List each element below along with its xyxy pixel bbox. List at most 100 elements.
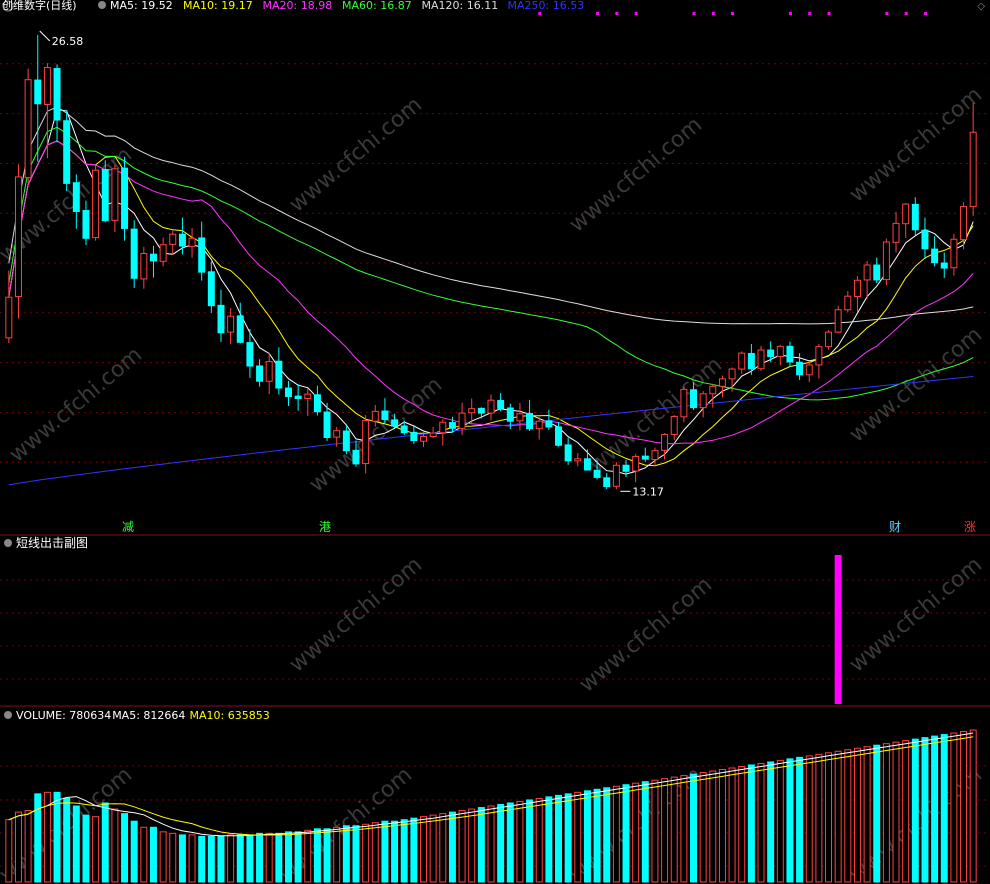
watermark-text: www.cfchi.com (285, 92, 427, 217)
candle-body (381, 410, 389, 421)
candle-body (477, 407, 485, 414)
candle-body (834, 309, 842, 333)
volume-bar (323, 828, 331, 883)
volume-bar (149, 826, 157, 883)
event-marker: 减 (122, 520, 134, 534)
candle-body (188, 237, 196, 247)
candle-body (371, 410, 379, 422)
high-pointer (39, 30, 51, 42)
candle-body (555, 426, 562, 446)
volume-bar (53, 791, 61, 883)
candle-body (921, 229, 929, 250)
volume-bar (121, 813, 129, 883)
volume-bar (564, 793, 572, 883)
candle-body (535, 420, 543, 430)
volume-bar (352, 825, 360, 883)
volume-bar (535, 797, 543, 883)
sub-panel-title: 短线出击副图 (16, 536, 88, 550)
volume-bar (391, 820, 399, 883)
candle-body (718, 378, 726, 387)
volume-bar (603, 787, 611, 883)
volume-bar (834, 750, 842, 883)
candle-body (844, 295, 852, 311)
volume-bar (969, 729, 977, 883)
volume-bar (410, 817, 418, 883)
volume-bar (738, 765, 746, 883)
candle-body (43, 67, 51, 105)
volume-bar (72, 805, 80, 883)
volume-bar (825, 752, 833, 883)
signal-bar (834, 555, 842, 704)
candle-body (902, 203, 910, 225)
candle-body (776, 345, 784, 358)
volume-bar (506, 802, 514, 883)
volume-bar (14, 811, 22, 883)
candle-body (757, 349, 765, 370)
candle-body (728, 368, 736, 380)
options-icon (98, 1, 106, 9)
stock-chart[interactable]: www.cfchi.com www.cfchi.com www.cfchi.com w… (0, 0, 990, 884)
candle-body (149, 253, 157, 262)
volume-bar (844, 749, 852, 883)
candle-body (863, 264, 871, 281)
signal-dot (904, 12, 908, 15)
candle-body (207, 271, 215, 307)
candle-body (747, 352, 755, 370)
candle-body (275, 360, 283, 389)
candle-body (468, 408, 476, 414)
volume-bar (805, 755, 813, 883)
candle-body (5, 296, 13, 339)
volume-bar (82, 814, 90, 883)
watermark-text: www.cfchi.com (5, 342, 147, 467)
candle-body (101, 168, 109, 222)
candle-body (323, 411, 331, 438)
volume-bar (275, 832, 283, 883)
volume-bar (776, 759, 784, 883)
main-legend-item: MA120: 16.11 (422, 0, 499, 12)
candle-body (24, 79, 32, 179)
main-legend-item: MA20: 18.98 (263, 0, 333, 12)
watermark-text: www.cfchi.com (845, 322, 987, 447)
candle-body (882, 241, 890, 281)
low-label: 13.17 (632, 485, 664, 498)
volume-bar (526, 799, 534, 883)
volume-bar (873, 744, 881, 883)
volume-bar (641, 781, 649, 883)
candle-body (815, 346, 823, 366)
volume-bar (468, 808, 476, 883)
candle-body (786, 345, 794, 363)
main-legend-item: MA10: 19.17 (183, 0, 253, 12)
candle-body (709, 385, 717, 395)
signal-dot (711, 12, 715, 15)
volume-bar (188, 834, 196, 883)
volume-bar (101, 802, 109, 883)
watermark-text: www.cfchi.com (845, 82, 987, 207)
volume-legend-item: VOLUME: 780634 (16, 709, 111, 722)
candle-body (63, 120, 71, 184)
candle-body (506, 407, 514, 422)
signal-dot (634, 12, 638, 15)
watermark-text: www.cfchi.com (845, 552, 987, 677)
volume-bar (400, 819, 408, 883)
signal-dot (827, 12, 831, 15)
volume-bar (256, 832, 264, 883)
candle-body (622, 464, 630, 472)
candle-body (121, 167, 129, 229)
volume-bar (882, 743, 890, 883)
candle-body (516, 413, 524, 422)
watermark-text: www.cfchi.com (575, 572, 717, 697)
candle-body (333, 430, 341, 438)
volume-bar (477, 807, 485, 883)
candle-body (651, 450, 659, 460)
volume-bar (950, 732, 958, 883)
candle-body (661, 433, 669, 451)
volume-bar (333, 826, 341, 883)
candle-body (487, 399, 495, 414)
volume-bar (690, 773, 698, 883)
volume-bar (371, 822, 379, 883)
main-legend-item: MA5: 19.52 (110, 0, 173, 12)
volume-bar (911, 738, 919, 883)
volume-bar (680, 775, 688, 883)
volume-bar (5, 819, 13, 883)
ma250-line (8, 376, 974, 486)
